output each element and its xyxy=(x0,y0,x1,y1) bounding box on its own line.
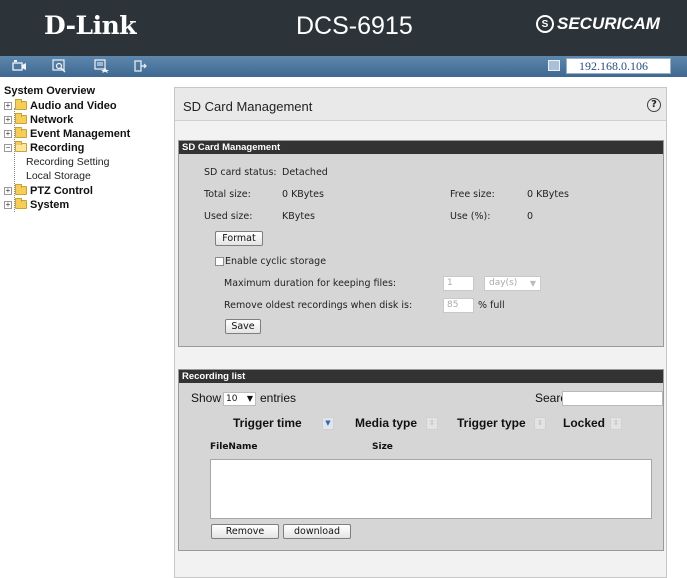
sd-status-label: SD card status: xyxy=(204,167,277,178)
duration-unit-select[interactable]: day(s) ▼ xyxy=(484,276,541,291)
remove-button[interactable]: Remove xyxy=(211,524,279,539)
max-duration-label: Maximum duration for keeping files: xyxy=(224,278,397,289)
sidebar-item-label: System xyxy=(30,198,70,211)
max-duration-input[interactable]: 1 xyxy=(443,276,474,291)
toolbar: 192.168.0.106 xyxy=(0,56,687,77)
securicam-emblem-icon: S xyxy=(536,15,554,33)
folder-icon xyxy=(15,184,27,195)
entries-value: 10 xyxy=(226,394,238,404)
total-size-label: Total size: xyxy=(204,189,251,200)
cyclic-storage-label: Enable cyclic storage xyxy=(225,256,327,267)
duration-unit-value: day(s) xyxy=(489,278,518,288)
save-button[interactable]: Save xyxy=(225,319,261,334)
file-list[interactable] xyxy=(210,459,652,519)
section-title: Recording list xyxy=(179,370,663,383)
expand-icon[interactable]: + xyxy=(4,129,12,138)
sort-icon[interactable]: ⇕ xyxy=(426,417,438,430)
use-percent-value: 0 xyxy=(527,211,534,222)
sidebar-item-label: Network xyxy=(30,113,74,126)
main-panel: SD Card Management ? SD Card Management … xyxy=(174,87,667,578)
sidebar-item-recording[interactable]: − Recording xyxy=(4,141,84,154)
expand-icon[interactable]: + xyxy=(4,101,12,110)
total-size-value: 0 KBytes xyxy=(282,189,324,200)
sidebar-item-system-overview[interactable]: System Overview xyxy=(4,85,95,97)
use-percent-label: Use (%): xyxy=(450,211,491,222)
sidebar-item-audio-video[interactable]: + Audio and Video xyxy=(4,99,117,112)
sd-card-section: SD Card Management SD card status: Detac… xyxy=(178,140,664,347)
sidebar-item-event-management[interactable]: + Event Management xyxy=(4,127,130,140)
sort-icon[interactable]: ⇕ xyxy=(534,417,546,430)
ip-address-display: 192.168.0.106 xyxy=(566,58,671,74)
sidebar: System Overview + Audio and Video + Netw… xyxy=(0,77,168,578)
sidebar-item-network[interactable]: + Network xyxy=(4,113,73,126)
setup-icon[interactable] xyxy=(52,59,67,73)
column-trigger-time[interactable]: Trigger time xyxy=(233,416,302,430)
help-icon[interactable]: ? xyxy=(647,98,661,112)
remove-oldest-input[interactable]: 85 xyxy=(443,298,474,313)
section-title: SD Card Management xyxy=(179,141,663,154)
logout-icon[interactable] xyxy=(133,59,148,73)
maintenance-icon[interactable] xyxy=(94,59,109,73)
camera-model: DCS-6915 xyxy=(296,12,413,40)
sidebar-item-local-storage[interactable]: Local Storage xyxy=(26,170,91,182)
header-filename: FileName xyxy=(210,442,258,452)
header-size: Size xyxy=(372,442,393,452)
free-size-label: Free size: xyxy=(450,189,495,200)
sort-desc-icon[interactable]: ▼ xyxy=(322,417,334,430)
monitor-icon xyxy=(548,60,560,71)
recording-list-section: Recording list Show 10 ▼ entries Search:… xyxy=(178,369,664,551)
securicam-logo: S SECURICAM xyxy=(536,14,660,34)
free-size-value: 0 KBytes xyxy=(527,189,569,200)
column-media-type[interactable]: Media type xyxy=(355,416,417,430)
show-label: Show xyxy=(191,391,222,405)
column-locked[interactable]: Locked xyxy=(563,416,605,430)
sidebar-item-label: PTZ Control xyxy=(30,184,93,197)
search-input[interactable] xyxy=(562,391,663,406)
sidebar-item-recording-setting[interactable]: Recording Setting xyxy=(26,156,109,168)
column-trigger-type[interactable]: Trigger type xyxy=(457,416,526,430)
top-banner: D-Link DCS-6915 S SECURICAM xyxy=(0,0,687,56)
sidebar-item-system[interactable]: + System xyxy=(4,198,69,211)
entries-label: entries xyxy=(260,391,297,405)
folder-icon xyxy=(15,99,27,110)
dlink-logo: D-Link xyxy=(44,11,137,40)
chevron-down-icon: ▼ xyxy=(246,394,253,403)
sidebar-item-label: Audio and Video xyxy=(30,99,117,112)
folder-icon xyxy=(15,198,27,209)
folder-icon xyxy=(15,127,27,138)
sidebar-item-label: Recording xyxy=(30,141,85,154)
page-title: SD Card Management xyxy=(183,99,313,114)
collapse-icon[interactable]: − xyxy=(4,143,12,152)
expand-icon[interactable]: + xyxy=(4,186,12,195)
folder-icon xyxy=(15,113,27,124)
cyclic-storage-checkbox[interactable] xyxy=(215,257,224,266)
sidebar-item-label: Event Management xyxy=(30,127,131,140)
chevron-down-icon: ▼ xyxy=(529,279,536,288)
remove-oldest-label: Remove oldest recordings when disk is: xyxy=(224,300,413,311)
entries-select[interactable]: 10 ▼ xyxy=(223,392,256,406)
sidebar-item-ptz-control[interactable]: + PTZ Control xyxy=(4,184,93,197)
download-button[interactable]: download xyxy=(283,524,351,539)
open-folder-icon xyxy=(15,141,27,152)
sd-status-value: Detached xyxy=(282,167,328,178)
used-size-value: KBytes xyxy=(282,211,315,222)
sort-icon[interactable]: ⇕ xyxy=(610,417,622,430)
expand-icon[interactable]: + xyxy=(4,200,12,209)
remove-oldest-suffix: % full xyxy=(478,300,505,311)
used-size-label: Used size: xyxy=(204,211,253,222)
panel-header: SD Card Management ? xyxy=(175,88,666,121)
expand-icon[interactable]: + xyxy=(4,115,12,124)
live-video-icon[interactable] xyxy=(12,59,27,73)
format-button[interactable]: Format xyxy=(215,231,263,246)
securicam-logo-text: SECURICAM xyxy=(557,14,660,33)
